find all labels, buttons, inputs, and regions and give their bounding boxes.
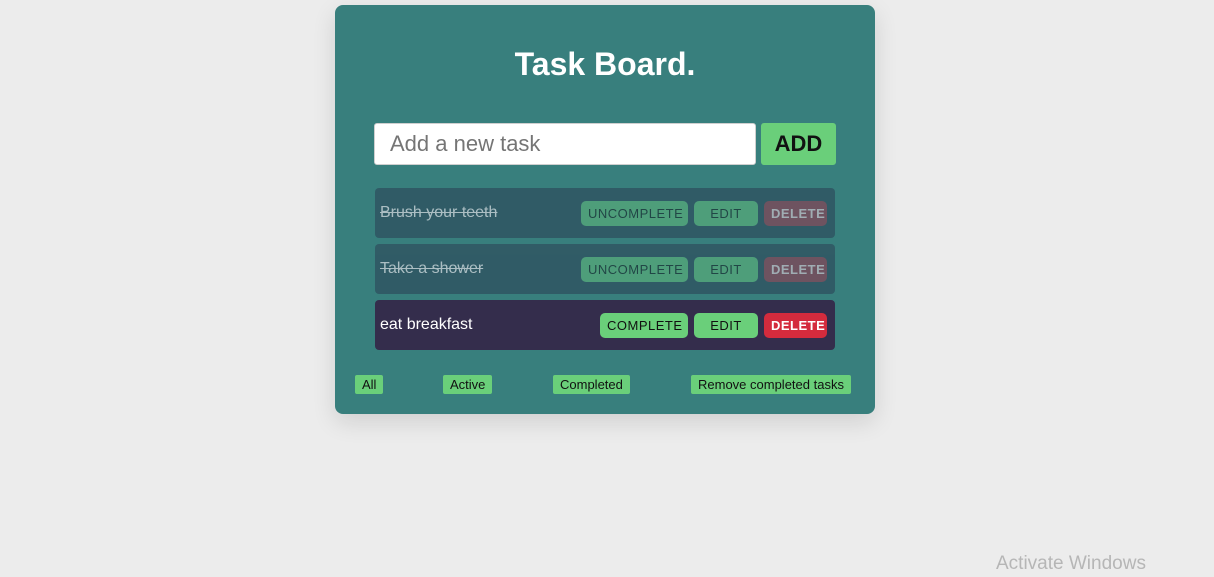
- task-actions: COMPLETE EDIT DELETE: [600, 313, 827, 338]
- filter-completed-button[interactable]: Completed: [553, 375, 630, 394]
- edit-task-button[interactable]: EDIT: [694, 313, 758, 338]
- new-task-input[interactable]: [374, 123, 756, 165]
- complete-task-button[interactable]: COMPLETE: [600, 313, 688, 338]
- filter-bar: All Active Completed Remove completed ta…: [355, 375, 855, 394]
- page-title: Task Board.: [514, 46, 696, 82]
- add-task-button[interactable]: ADD: [761, 123, 836, 165]
- task-text: Take a shower: [380, 260, 484, 277]
- uncomplete-task-button[interactable]: UNCOMPLETE: [581, 257, 688, 282]
- delete-task-button[interactable]: DELETE: [764, 313, 827, 338]
- task-board-card: Task Board. ADD Brush your teeth UNCOMPL…: [335, 5, 875, 414]
- task-text: eat breakfast: [380, 316, 473, 333]
- uncomplete-task-button[interactable]: UNCOMPLETE: [581, 201, 688, 226]
- task-item: Brush your teeth UNCOMPLETE EDIT DELETE: [375, 188, 835, 238]
- filter-all-button[interactable]: All: [355, 375, 384, 394]
- activate-windows-watermark: Activate Windows: [996, 553, 1146, 574]
- task-actions: UNCOMPLETE EDIT DELETE: [581, 201, 827, 226]
- task-item: eat breakfast COMPLETE EDIT DELETE: [375, 300, 835, 350]
- delete-task-button[interactable]: DELETE: [764, 257, 827, 282]
- task-text: Brush your teeth: [380, 204, 498, 221]
- filter-active-button[interactable]: Active: [443, 375, 493, 394]
- edit-task-button[interactable]: EDIT: [694, 257, 758, 282]
- delete-task-button[interactable]: DELETE: [764, 201, 827, 226]
- task-item: Take a shower UNCOMPLETE EDIT DELETE: [375, 244, 835, 294]
- remove-completed-button[interactable]: Remove completed tasks: [691, 375, 851, 394]
- edit-task-button[interactable]: EDIT: [694, 201, 758, 226]
- task-actions: UNCOMPLETE EDIT DELETE: [581, 257, 827, 282]
- task-list: Brush your teeth UNCOMPLETE EDIT DELETE …: [375, 188, 835, 356]
